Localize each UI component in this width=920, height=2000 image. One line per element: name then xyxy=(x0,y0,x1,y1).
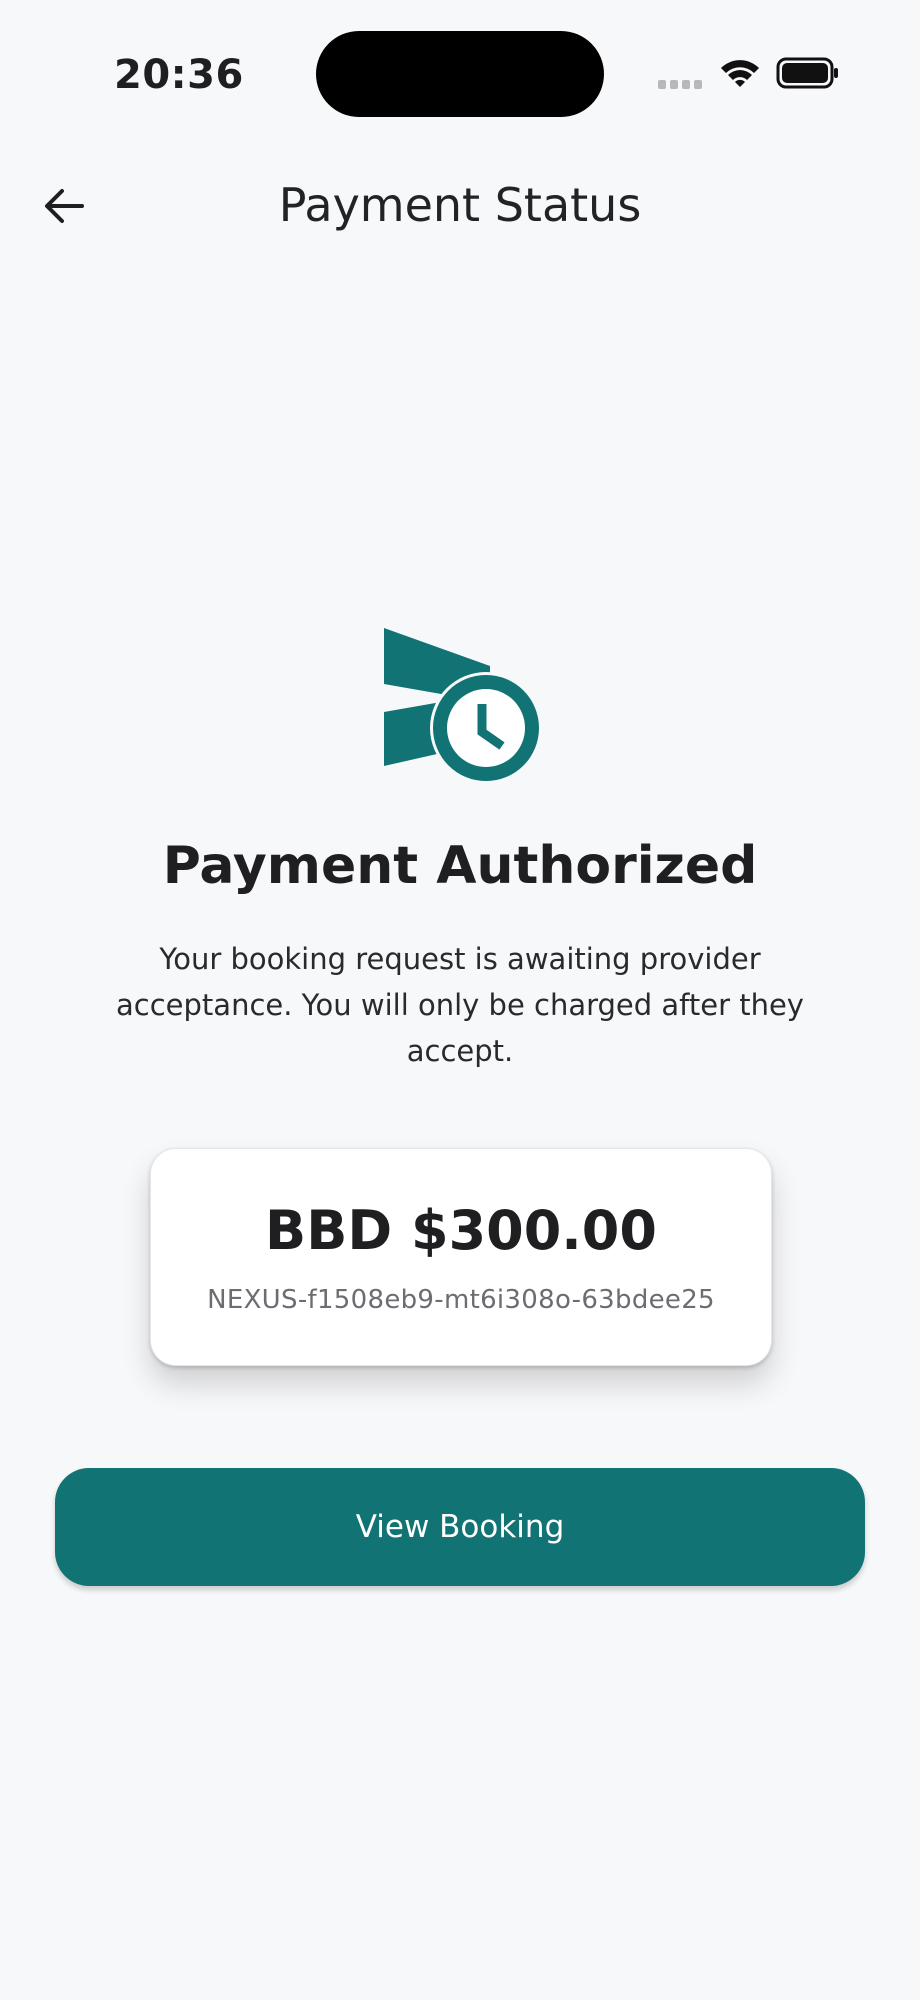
navigation-bar: Payment Status xyxy=(0,150,920,260)
view-booking-button[interactable]: View Booking xyxy=(55,1468,865,1586)
status-bar: 20:36 xyxy=(0,0,920,150)
payment-reference: NEXUS-f1508eb9-mt6i308o-63bdee25 xyxy=(207,1285,715,1315)
send-pending-clock-icon xyxy=(384,628,542,784)
dynamic-island xyxy=(316,31,604,117)
wifi-icon xyxy=(721,60,759,87)
cellular-signal-icon xyxy=(658,80,706,90)
status-description: Your booking request is awaiting provide… xyxy=(116,942,804,1068)
page-title: Payment Status xyxy=(278,178,642,232)
battery-icon xyxy=(776,57,838,89)
payment-amount: BBD $300.00 xyxy=(265,1199,657,1262)
status-time: 20:36 xyxy=(114,52,244,98)
payment-summary-card: BBD $300.00 NEXUS-f1508eb9-mt6i308o-63bd… xyxy=(150,1148,772,1366)
status-headline: Payment Authorized xyxy=(162,836,758,896)
